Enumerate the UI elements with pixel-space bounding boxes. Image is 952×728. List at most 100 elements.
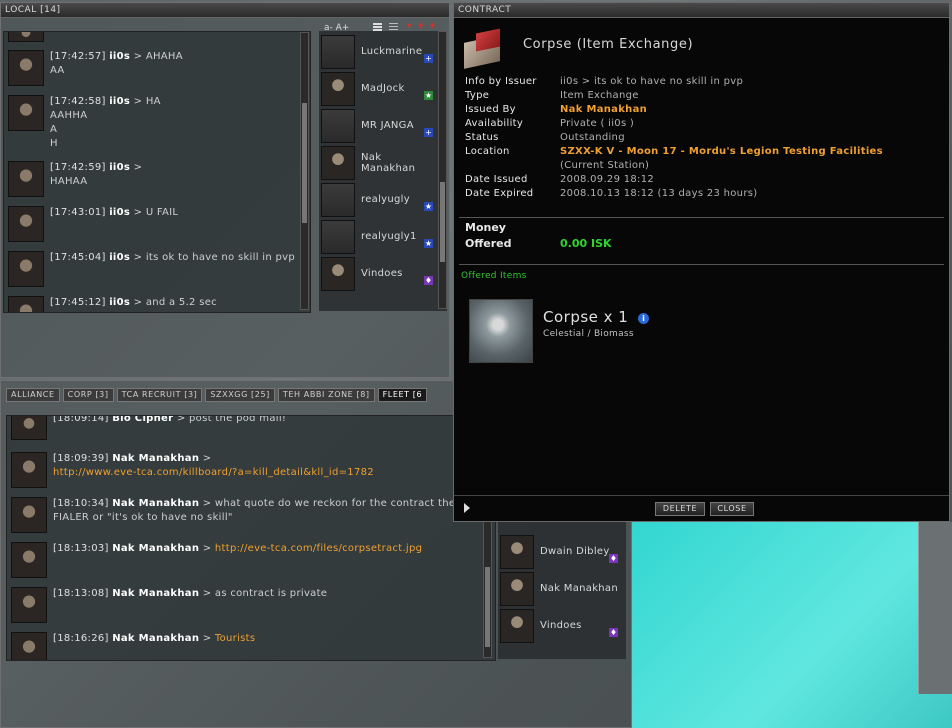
- chat-message: [17:45:04] ii0s > its ok to have no skil…: [4, 247, 300, 292]
- background-panel-edge: [918, 522, 952, 694]
- contract-title: Corpse (Item Exchange): [523, 37, 694, 52]
- divider: [459, 264, 944, 265]
- contract-details: Info by Issuer ii0s > its ok to have no s…: [465, 76, 883, 199]
- avatar[interactable]: [11, 416, 47, 440]
- avatar[interactable]: [11, 632, 47, 660]
- avatar: [500, 534, 534, 569]
- local-chat-scrollbar[interactable]: [300, 32, 309, 310]
- chat-message: [18:13:03] Nak Manakhan > http://eve-tca…: [7, 538, 483, 583]
- play-arrow-icon[interactable]: [464, 503, 470, 513]
- chat-tabs: ALLIANCE CORP [3] TCA RECRUIT [3] SZXXGG…: [6, 388, 430, 402]
- scrollbar-thumb[interactable]: [485, 567, 490, 647]
- avatar: [321, 182, 355, 217]
- contract-icon: [460, 23, 510, 71]
- tab-fleet[interactable]: FLEET [6: [377, 388, 428, 402]
- item-name[interactable]: Corpse x 1: [543, 308, 628, 326]
- standing-icon: ★: [424, 202, 433, 211]
- local-member-list: Luckmarine + MadJock ★ MR JANGA + Nak Manak…: [319, 31, 447, 311]
- avatar[interactable]: [8, 296, 44, 312]
- chat-message: [17:43:01] ii0s > U FAIL: [4, 202, 300, 247]
- chat-message: [17:42:57] ii0s > AHAHA AA: [4, 46, 300, 91]
- chat-message: [18:13:08] Nak Manakhan > as contract is…: [7, 583, 483, 628]
- killboard-link[interactable]: http://www.eve-tca.com/killboard/?a=kill…: [53, 467, 374, 478]
- avatar[interactable]: [8, 161, 44, 197]
- tab-tca-recruit[interactable]: TCA RECRUIT [3]: [116, 388, 203, 402]
- info-icon[interactable]: i: [638, 313, 649, 324]
- avatar: [321, 256, 355, 291]
- money-value: 0.00 ISK: [560, 237, 612, 250]
- member-list-scrollbar[interactable]: [438, 31, 447, 309]
- tab-alliance[interactable]: ALLIANCE: [6, 388, 60, 402]
- list-item[interactable]: Nak Manakhan: [319, 144, 437, 181]
- avatar[interactable]: [11, 452, 47, 488]
- local-chat-window: LOCAL [14] a- A+ ✦ ✦ ✦ [17:42:57] ii0s >…: [0, 2, 450, 378]
- list-item[interactable]: MadJock ★: [319, 70, 437, 107]
- fleet-chat-log: [18:09:14] Bio Cipher > post the pod mai…: [6, 415, 496, 661]
- local-members: Luckmarine + MadJock ★ MR JANGA + Nak Manak…: [319, 33, 437, 292]
- avatar[interactable]: [8, 50, 44, 86]
- standing-icon: ★: [424, 239, 433, 248]
- standing-icon: ♦: [424, 276, 433, 285]
- offered-label: Offered: [465, 237, 512, 250]
- avatar: [321, 34, 355, 69]
- chat-message: [17:45:12] ii0s > and a 5.2 sec: [4, 292, 300, 312]
- list-item[interactable]: Nak Manakhan: [498, 570, 622, 607]
- list-item[interactable]: realyugly1 ★: [319, 218, 437, 255]
- chat-message: [4, 32, 300, 46]
- scrollbar-thumb[interactable]: [302, 103, 307, 223]
- contract-header[interactable]: CONTRACT: [454, 3, 949, 18]
- list-item[interactable]: Vindoes ♦: [319, 255, 437, 292]
- close-button[interactable]: CLOSE: [710, 502, 754, 516]
- issuer-link[interactable]: Nak Manakhan: [560, 104, 647, 115]
- contract-window: CONTRACT Corpse (Item Exchange) Info by …: [453, 2, 950, 522]
- standing-icon: ♦: [609, 554, 618, 563]
- divider: [459, 217, 944, 218]
- chat-message: [18:10:34] Nak Manakhan > what quote do …: [7, 493, 483, 538]
- delete-button[interactable]: DELETE: [655, 502, 705, 516]
- location-link[interactable]: SZXX-K V - Moon 17 - Mordu's Legion Test…: [560, 146, 883, 157]
- tab-corp[interactable]: CORP [3]: [62, 388, 114, 402]
- background-space: [632, 522, 952, 728]
- avatar[interactable]: [11, 497, 47, 533]
- chat-message: [17:42:58] ii0s > HA AAHHA A H: [4, 91, 300, 157]
- tab-teh-abbi-zone[interactable]: TEH ABBI ZONE [8]: [277, 388, 375, 402]
- item-category: Celestial / Biomass: [543, 329, 634, 339]
- list-item[interactable]: MR JANGA +: [319, 107, 437, 144]
- local-chat-log: [17:42:57] ii0s > AHAHA AA [17:42:58] ii…: [3, 31, 311, 313]
- offered-items-label: Offered Items: [461, 271, 527, 281]
- chat-message: [18:16:26] Nak Manakhan > Tourists: [7, 628, 483, 660]
- standing-icon: +: [424, 128, 433, 137]
- standing-icon: +: [424, 54, 433, 63]
- avatar[interactable]: [11, 542, 47, 578]
- avatar: [500, 608, 534, 643]
- local-chat-title[interactable]: LOCAL [14]: [1, 3, 449, 18]
- standing-icon: ★: [424, 91, 433, 100]
- avatar[interactable]: [11, 587, 47, 623]
- avatar[interactable]: [8, 95, 44, 131]
- fleet-msg-list: [18:09:14] Bio Cipher > post the pod mai…: [7, 416, 483, 660]
- tab-szxxgg[interactable]: SZXXGG [25]: [205, 388, 275, 402]
- chat-message: [17:42:59] ii0s > HAHAA: [4, 157, 300, 202]
- avatar[interactable]: [8, 32, 44, 42]
- local-msg-list: [17:42:57] ii0s > AHAHA AA [17:42:58] ii…: [4, 32, 300, 312]
- standing-icon: ♦: [609, 628, 618, 637]
- scrollbar-thumb[interactable]: [440, 182, 445, 262]
- chat-message: [18:09:14] Bio Cipher > post the pod mai…: [7, 416, 483, 448]
- image-link[interactable]: http://eve-tca.com/files/corpsetract.jpg: [215, 543, 422, 554]
- avatar: [321, 219, 355, 254]
- avatar[interactable]: [8, 206, 44, 242]
- list-item[interactable]: realyugly ★: [319, 181, 437, 218]
- avatar[interactable]: [8, 251, 44, 287]
- list-item[interactable]: Dwain Dibley ♦: [498, 533, 622, 570]
- corpse-item-icon[interactable]: [469, 299, 533, 363]
- avatar: [321, 145, 355, 180]
- list-item[interactable]: Vindoes ♦: [498, 607, 622, 644]
- tourists-link[interactable]: Tourists: [215, 633, 256, 644]
- money-label: Money: [465, 221, 506, 234]
- avatar: [500, 571, 534, 606]
- divider: [454, 495, 949, 496]
- chat-message: [18:09:39] Nak Manakhan > http://www.eve…: [7, 448, 483, 493]
- list-item[interactable]: Luckmarine +: [319, 33, 437, 70]
- avatar: [321, 71, 355, 106]
- fleet-member-list: Dwain Dibley ♦ Nak Manakhan Vindoes ♦: [498, 511, 626, 659]
